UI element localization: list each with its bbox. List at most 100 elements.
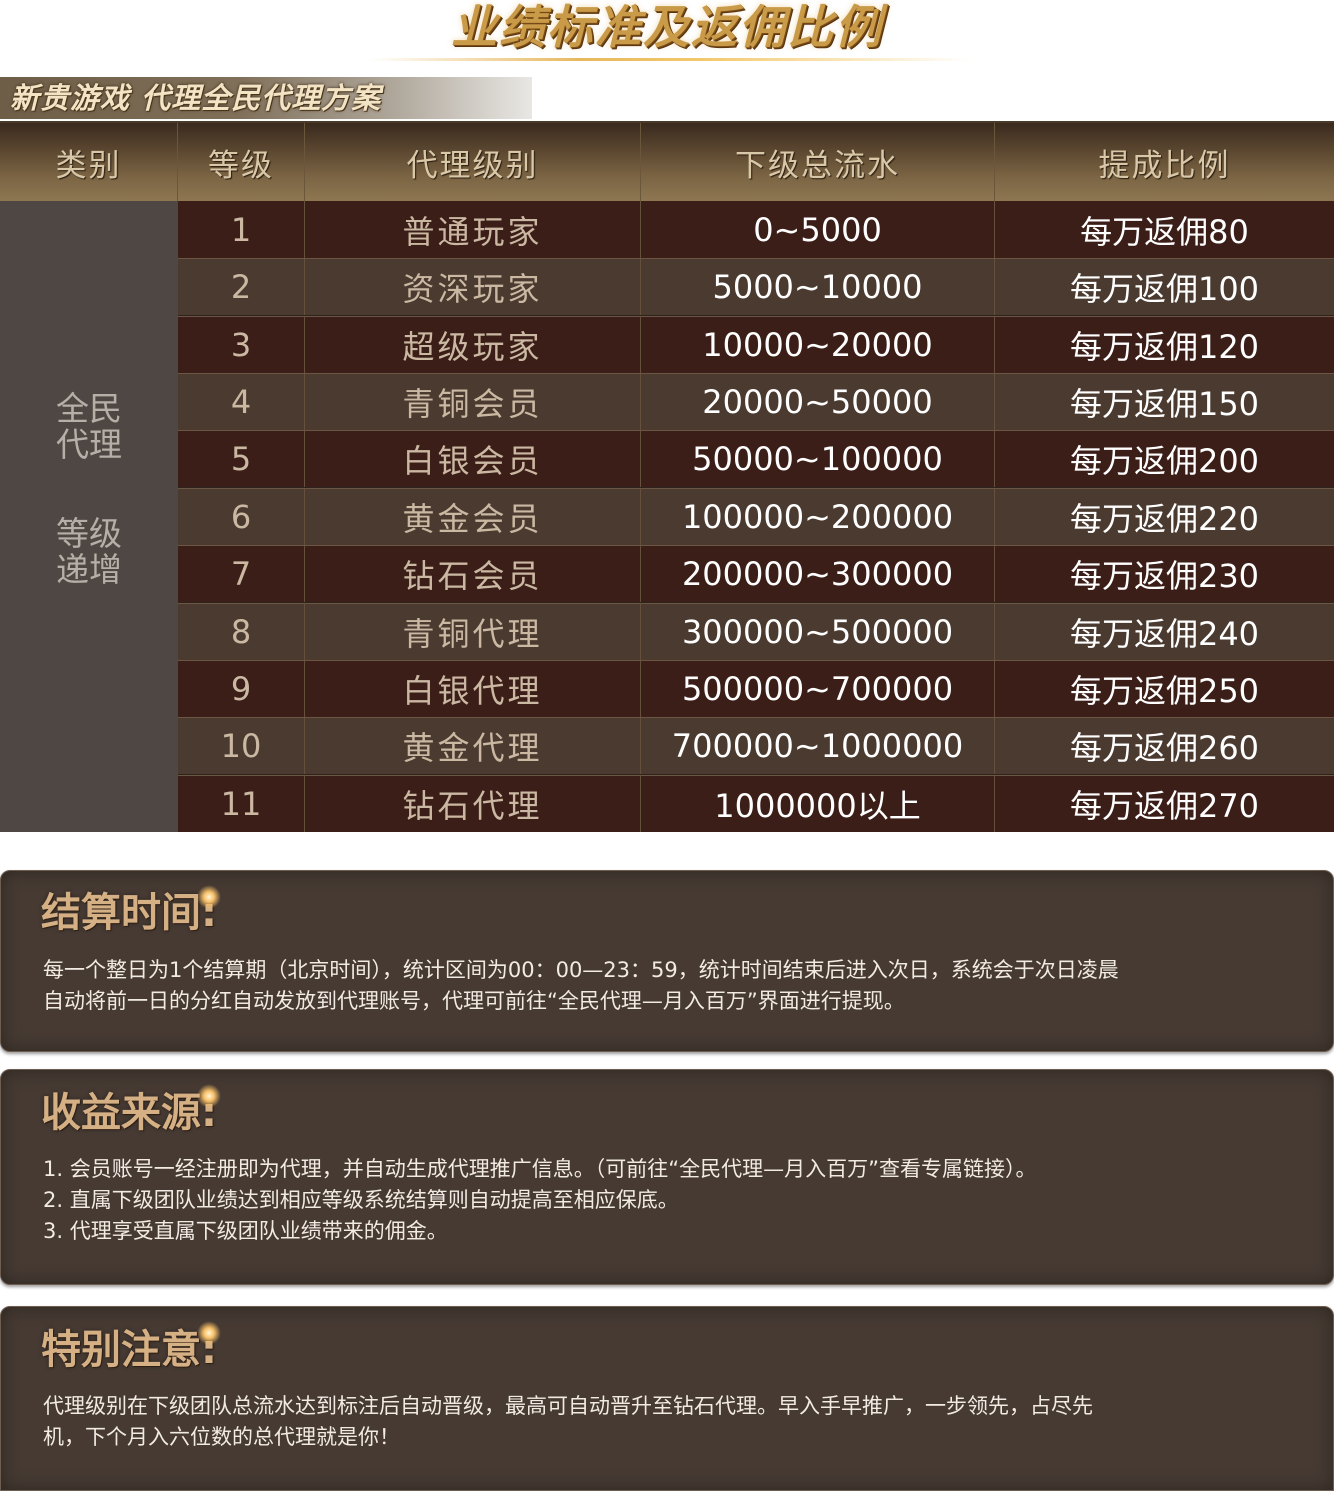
- notice-line: 代理级别在下级团队总流水达到标注后自动晋级，最高可自动晋升至钻石代理。早入手早推…: [43, 1394, 1093, 1418]
- table-row: 11 钻石代理 1000000以上 每万返佣270: [178, 775, 1334, 832]
- category-column: 全民 代理 等级 递增: [0, 201, 178, 832]
- total-flow-cell: 700000~1000000: [641, 717, 995, 774]
- level-cell: 9: [178, 660, 305, 717]
- sub-banner: 新贵游戏 代理全民代理方案: [0, 77, 532, 119]
- agent-level-cell: 资深玩家: [305, 258, 641, 315]
- total-flow-cell: 200000~300000: [641, 545, 995, 602]
- row-divider: [178, 373, 1334, 374]
- level-cell: 8: [178, 603, 305, 660]
- commission-rate-cell: 每万返佣220: [1069, 499, 1260, 538]
- total-flow-cell: 300000~500000: [641, 603, 995, 660]
- row-divider: [178, 258, 1334, 259]
- commission-rate-cell: 每万返佣260: [1069, 728, 1260, 767]
- income-text: 1. 会员账号一经注册即为代理，并自动生成代理推广信息。（可前往“全民代理—月入…: [43, 1154, 1318, 1247]
- row-divider: [178, 430, 1334, 431]
- total-flow-cell: 10000~20000: [641, 316, 995, 373]
- table-row: 9 白银代理 500000~700000 每万返佣250: [178, 660, 1334, 717]
- income-card: 收益来源: 1. 会员账号一经注册即为代理，并自动生成代理推广信息。（可前往“全…: [0, 1069, 1334, 1285]
- sparkle-icon: [197, 1321, 221, 1345]
- row-divider: [178, 660, 1334, 661]
- agent-level-cell: 超级玩家: [305, 316, 641, 373]
- title-underline: [370, 58, 970, 61]
- agent-level-cell: 钻石会员: [305, 545, 641, 602]
- agent-level-cell: 白银会员: [305, 430, 641, 487]
- level-cell: 5: [178, 430, 305, 487]
- page-title: 业绩标准及返佣比例: [451, 0, 883, 54]
- table-row: 6 黄金会员 100000~200000 每万返佣220: [178, 488, 1334, 545]
- notice-text: 代理级别在下级团队总流水达到标注后自动晋级，最高可自动晋升至钻石代理。早入手早推…: [43, 1391, 1318, 1453]
- main-title-area: 业绩标准及返佣比例: [0, 0, 1334, 66]
- commission-rate-cell: 每万返佣250: [1069, 671, 1260, 710]
- agent-level-cell: 钻石代理: [305, 775, 641, 832]
- total-flow-cell: 100000~200000: [641, 488, 995, 545]
- level-cell: 4: [178, 373, 305, 430]
- level-cell: 3: [178, 316, 305, 373]
- commission-rate-cell: 每万返佣200: [1069, 441, 1260, 480]
- notice-card: 特别注意: 代理级别在下级团队总流水达到标注后自动晋级，最高可自动晋升至钻石代理…: [0, 1306, 1334, 1491]
- income-line: 3. 代理享受直属下级团队业绩带来的佣金。: [43, 1219, 448, 1243]
- agent-level-cell: 青铜会员: [305, 373, 641, 430]
- total-flow-cell: 50000~100000: [641, 430, 995, 487]
- agent-level-cell: 白银代理: [305, 660, 641, 717]
- settlement-line: 自动将前一日的分红自动发放到代理账号，代理可前往“全民代理—月入百万”界面进行提…: [43, 989, 905, 1013]
- commission-rate-cell: 每万返佣150: [1069, 384, 1260, 423]
- notice-title: 特别注意:: [41, 1327, 217, 1373]
- table-row: 3 超级玩家 10000~20000 每万返佣120: [178, 316, 1334, 373]
- table-row: 7 钻石会员 200000~300000 每万返佣230: [178, 545, 1334, 602]
- commission-rate-cell: 每万返佣270: [1069, 786, 1260, 825]
- row-divider: [178, 603, 1334, 604]
- total-flow-cell: 1000000以上: [641, 775, 995, 832]
- row-divider: [178, 488, 1334, 489]
- settlement-text: 每一个整日为1个结算期（北京时间），统计区间为00：00—23：59，统计时间结…: [43, 955, 1318, 1017]
- table-row: 10 黄金代理 700000~1000000 每万返佣260: [178, 717, 1334, 774]
- settlement-line: 每一个整日为1个结算期（北京时间），统计区间为00：00—23：59，统计时间结…: [43, 958, 1119, 982]
- table-row: 2 资深玩家 5000~10000 每万返佣100: [178, 258, 1334, 315]
- table-row: 1 普通玩家 0~5000 每万返佣80: [178, 201, 1334, 258]
- sub-banner-text: 新贵游戏 代理全民代理方案: [10, 81, 382, 115]
- income-title: 收益来源:: [41, 1090, 217, 1136]
- category-label-all-agents: 全民 代理: [0, 391, 178, 463]
- income-line: 1. 会员账号一经注册即为代理，并自动生成代理推广信息。（可前往“全民代理—月入…: [43, 1157, 1037, 1181]
- category-text-1: 全民 代理: [56, 389, 122, 464]
- agent-level-cell: 青铜代理: [305, 603, 641, 660]
- row-divider: [178, 545, 1334, 546]
- sparkle-icon: [197, 1084, 221, 1108]
- row-divider: [178, 775, 1334, 776]
- income-line: 2. 直属下级团队业绩达到相应等级系统结算则自动提高至相应保底。: [43, 1188, 679, 1212]
- agent-level-cell: 黄金代理: [305, 717, 641, 774]
- category-label-levels: 等级 递增: [0, 516, 178, 588]
- commission-rate-cell: 每万返佣80: [1080, 212, 1249, 251]
- level-cell: 11: [178, 775, 305, 832]
- level-cell: 10: [178, 717, 305, 774]
- settlement-title: 结算时间:: [41, 890, 217, 936]
- header-level: 等级: [178, 123, 305, 201]
- table-header: 类别 等级 代理级别 下级总流水 提成比例: [0, 121, 1334, 201]
- header-commission-rate: 提成比例: [1098, 147, 1231, 184]
- settlement-card: 结算时间: 每一个整日为1个结算期（北京时间），统计区间为00：00—23：59…: [0, 870, 1334, 1052]
- agent-level-cell: 普通玩家: [305, 201, 641, 258]
- commission-table: 类别 等级 代理级别 下级总流水 提成比例 全民 代理 等级 递增 1 普通玩家 0…: [0, 121, 1334, 832]
- level-cell: 6: [178, 488, 305, 545]
- commission-rate-cell: 每万返佣240: [1069, 614, 1260, 653]
- level-cell: 2: [178, 258, 305, 315]
- header-total-flow: 下级总流水: [641, 123, 995, 201]
- table-row: 5 白银会员 50000~100000 每万返佣200: [178, 430, 1334, 487]
- sparkle-icon: [197, 885, 221, 909]
- header-agent-level: 代理级别: [305, 123, 641, 201]
- table-row: 4 青铜会员 20000~50000 每万返佣150: [178, 373, 1334, 430]
- notice-line: 机，下个月入六位数的总代理就是你！: [43, 1425, 400, 1449]
- total-flow-cell: 20000~50000: [641, 373, 995, 430]
- table-body: 1 普通玩家 0~5000 每万返佣80 2 资深玩家 5000~10000 每万返佣100 3…: [178, 201, 1334, 832]
- header-category: 类别: [0, 123, 178, 201]
- table-row: 8 青铜代理 300000~500000 每万返佣240: [178, 603, 1334, 660]
- level-cell: 7: [178, 545, 305, 602]
- total-flow-cell: 0~5000: [641, 201, 995, 258]
- commission-rate-cell: 每万返佣100: [1069, 269, 1260, 308]
- level-cell: 1: [178, 201, 305, 258]
- category-text-2: 等级 递增: [56, 514, 122, 589]
- commission-rate-cell: 每万返佣230: [1069, 556, 1260, 595]
- row-divider: [178, 316, 1334, 317]
- commission-rate-cell: 每万返佣120: [1069, 327, 1260, 366]
- total-flow-cell: 500000~700000: [641, 660, 995, 717]
- agent-level-cell: 黄金会员: [305, 488, 641, 545]
